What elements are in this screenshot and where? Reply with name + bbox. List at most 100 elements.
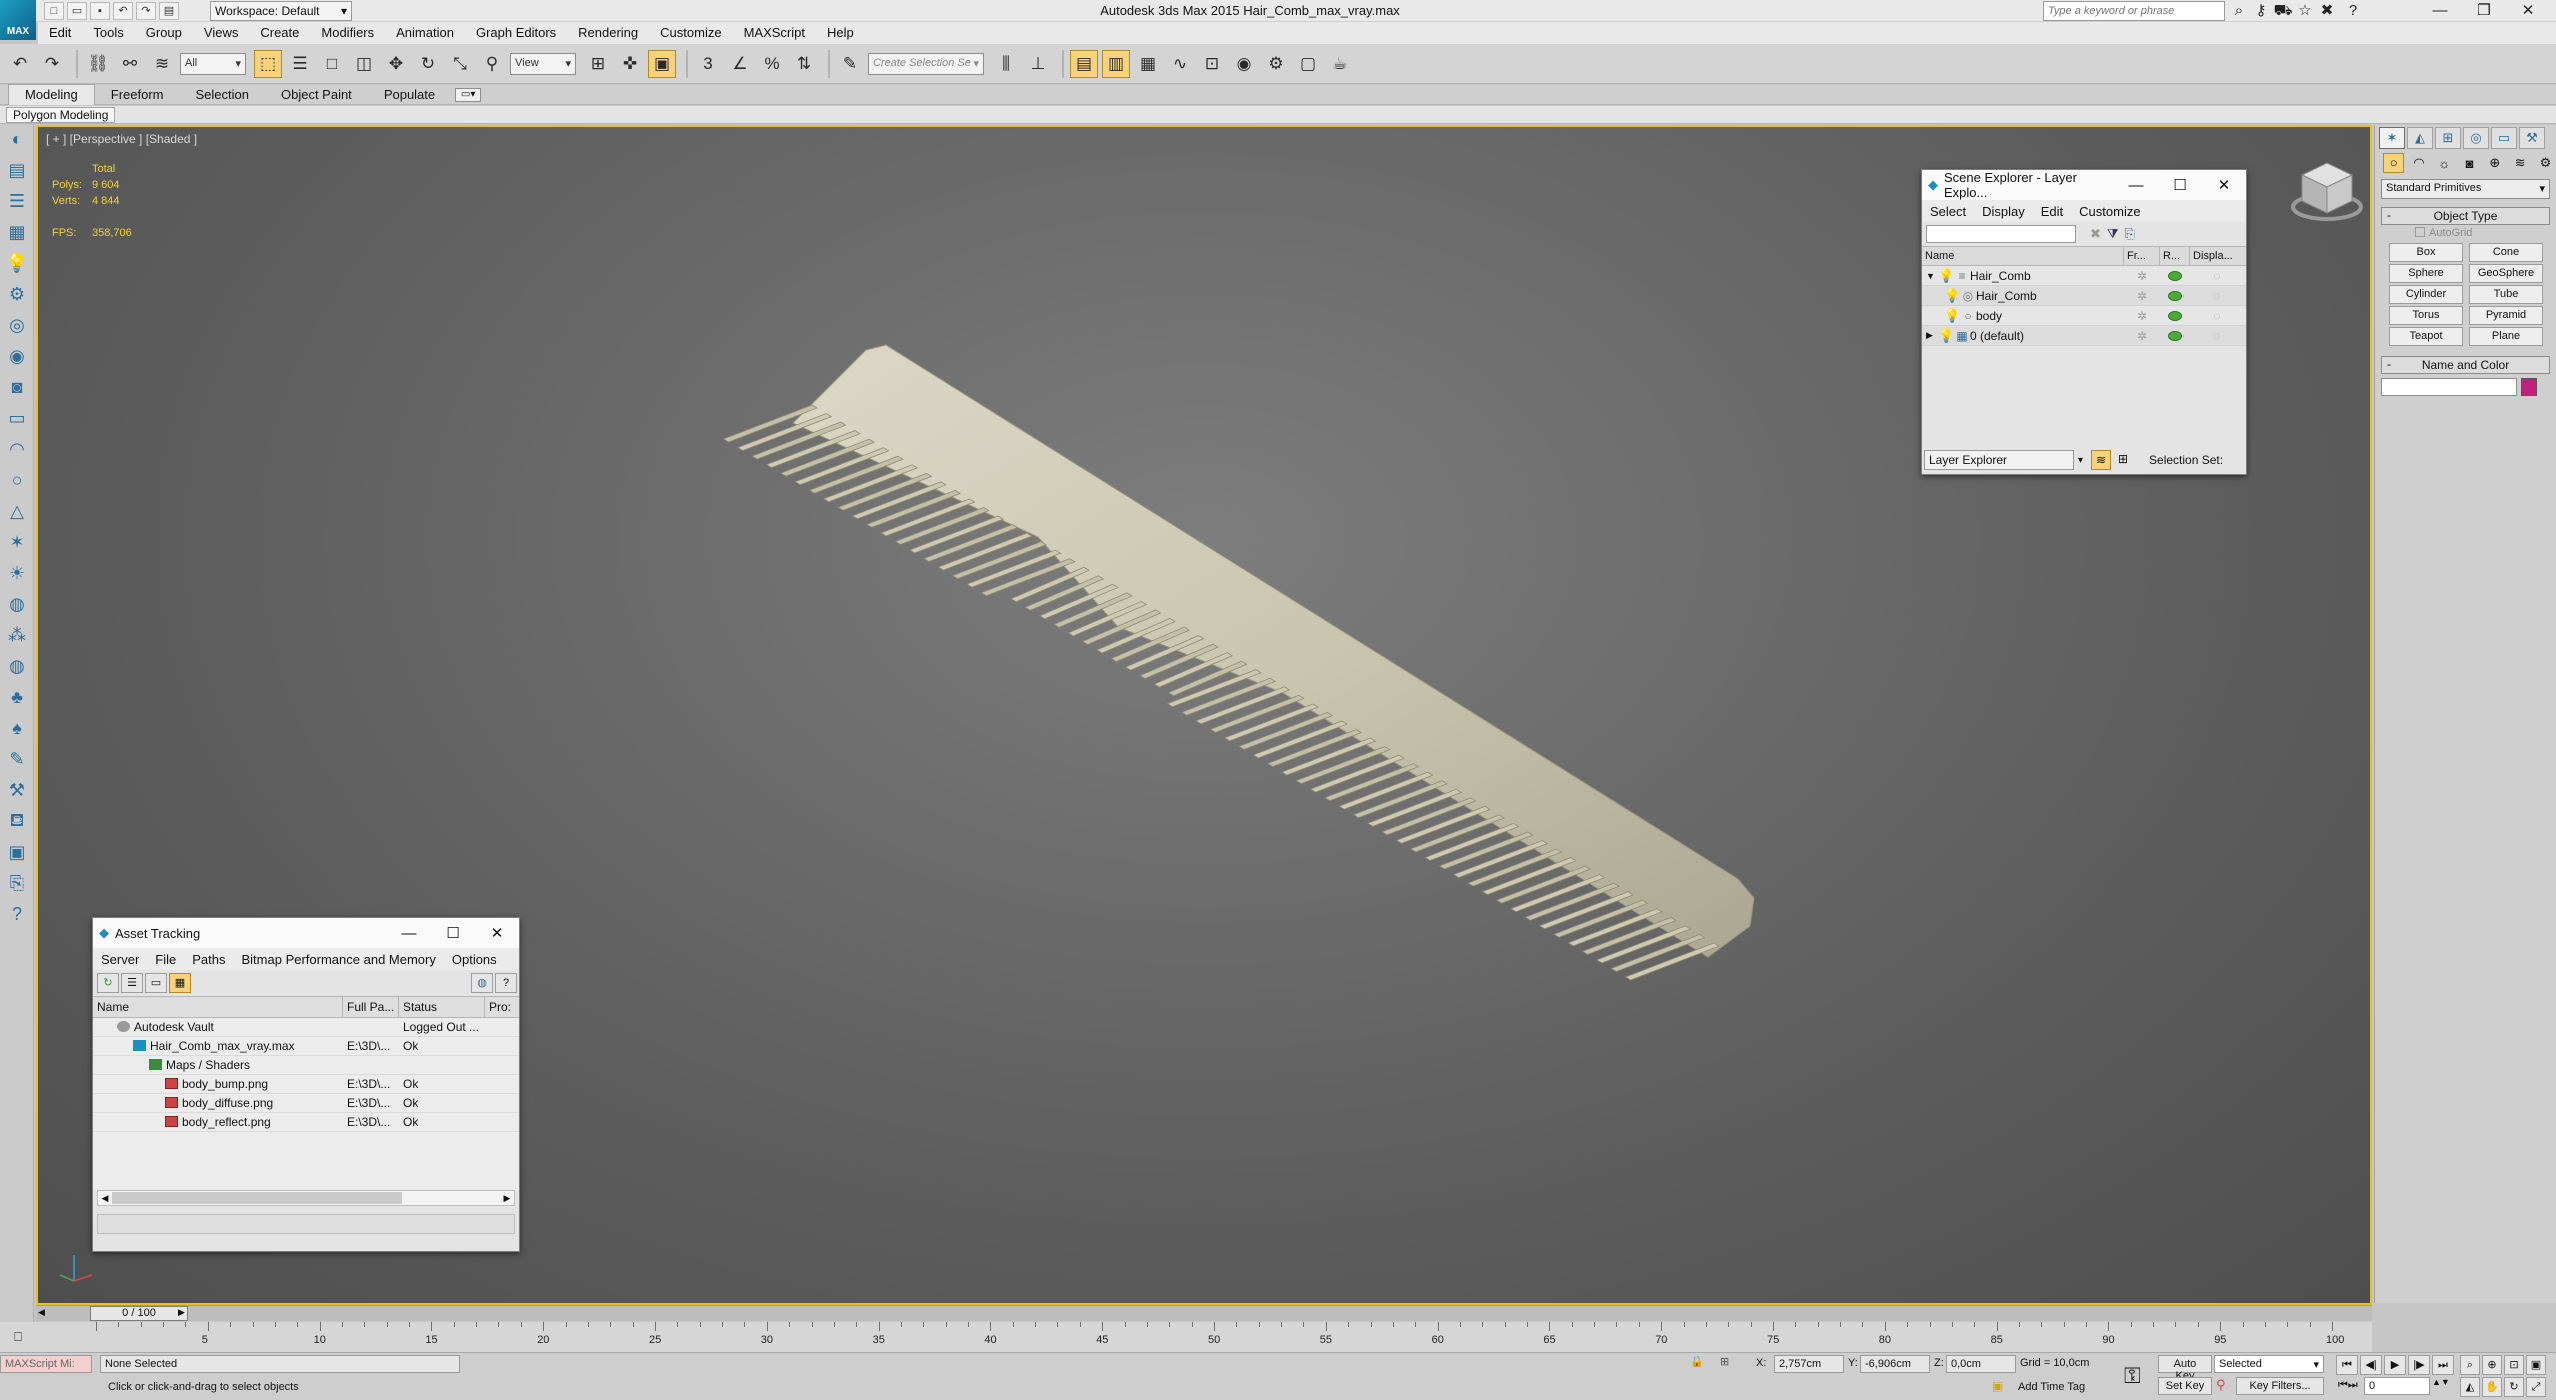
tab-freeform[interactable]: Freeform [95,85,180,105]
display-icon[interactable]: ◌ [2209,329,2225,343]
systems-icon[interactable]: ⚙ [2535,155,2556,171]
new-file-icon[interactable]: □ [44,2,64,20]
redo-icon[interactable]: ↷ [38,50,66,78]
at-menu-server[interactable]: Server [93,952,147,967]
maximize-viewport-icon[interactable]: ⤢ [2526,1377,2546,1397]
key-icon[interactable]: ⚷ [2250,0,2272,22]
move-icon[interactable]: ✥ [382,50,410,78]
lights-icon[interactable]: ☼ [2434,156,2455,171]
menu-create[interactable]: Create [249,22,310,44]
render-setup-icon[interactable]: ⚙ [1262,50,1290,78]
layer-manager-icon[interactable]: ▦ [0,217,34,248]
menu-views[interactable]: Views [193,22,249,44]
ribbon-options-icon[interactable]: ▭▾ [455,87,482,102]
sun-icon[interactable]: ☀ [0,558,34,589]
se-menu-edit[interactable]: Edit [2033,204,2071,219]
set-key-icon[interactable]: ⚿ [2124,1363,2141,1389]
close-icon[interactable]: ✕ [2202,176,2246,194]
close-icon[interactable]: ✕ [2506,0,2550,22]
key-filters-button[interactable]: Key Filters... [2236,1377,2324,1395]
render-production-icon[interactable]: ☕ [1326,50,1354,78]
scene-explorer-titlebar[interactable]: ◆ Scene Explorer - Layer Explo... — ☐ ✕ [1922,170,2246,200]
disc-icon[interactable]: ◍ [0,589,34,620]
named-selection-dropdown[interactable]: Create Selection Se ▾ [868,52,984,75]
menu-edit[interactable]: Edit [38,22,82,44]
time-slider[interactable]: ◀ 0 / 100 ▶ [36,1305,2372,1321]
save-file-icon[interactable]: ▪ [90,2,110,20]
se-col-display[interactable]: Displa... [2190,247,2244,265]
key-mode-dropdown[interactable]: Selected ▾ [2214,1355,2324,1373]
zoom-extents-icon[interactable]: ⊡ [2504,1355,2524,1375]
sphere-button[interactable]: Sphere [2389,264,2463,283]
help-icon[interactable]: ? [2338,0,2368,22]
keyboard-shortcut-override-icon[interactable]: ▣ [648,49,676,78]
server-icon[interactable]: ◍ [471,973,493,993]
pan-icon[interactable]: ✋ [2482,1377,2502,1397]
next-frame-icon[interactable]: ▶ [178,1307,185,1318]
se-menu-select[interactable]: Select [1922,204,1974,219]
paint-icon[interactable]: ✎ [0,744,34,775]
at-col-status[interactable]: Status [399,997,485,1017]
teapot-icon[interactable]: ⛾ [0,806,34,837]
tab-modeling[interactable]: Modeling [8,84,95,105]
light-bulb-icon[interactable]: 💡 [1938,328,1954,344]
helper-icon[interactable]: ✶ [0,527,34,558]
display-icon[interactable]: ◌ [2209,269,2225,283]
geosphere-button[interactable]: GeoSphere [2469,264,2543,283]
redo-icon[interactable]: ↷ [136,2,156,20]
render-eye-icon[interactable] [2168,310,2182,321]
at-menu-file[interactable]: File [147,952,184,967]
table-row[interactable]: body_bump.png E:\3D\... Ok [93,1075,519,1094]
options-icon[interactable]: ⎘ [2125,226,2135,242]
se-col-name[interactable]: Name [1922,247,2124,265]
play-icon[interactable]: ▶ [2384,1355,2406,1375]
freeze-icon[interactable]: ✲ [2134,309,2150,323]
exchange-icon[interactable]: ✖ [2316,0,2338,22]
current-frame-field[interactable]: 0 [2364,1377,2430,1395]
table-row[interactable]: body_reflect.png E:\3D\... Ok [93,1113,519,1132]
pivot-center-icon[interactable]: ⊞ [584,50,612,78]
cameras-icon[interactable]: ◙ [2459,156,2480,171]
field-of-view-icon[interactable]: ◭ [2460,1377,2480,1397]
scroll-thumb[interactable] [112,1192,402,1204]
at-menu-options[interactable]: Options [444,952,505,967]
utilities-tab-icon[interactable]: ⚒ [2519,127,2545,149]
key-mode-toggle-icon[interactable]: ⏮⏭ [2338,1379,2358,1392]
lock-icon[interactable]: 🔒 [1690,1355,1704,1368]
pyramid-button[interactable]: Pyramid [2469,306,2543,325]
freeze-icon[interactable]: ✲ [2134,289,2150,303]
tree-icon[interactable]: ♠ [0,713,34,744]
rectangular-selection-icon[interactable]: □ [318,50,346,78]
menu-group[interactable]: Group [135,22,193,44]
menu-rendering[interactable]: Rendering [567,22,649,44]
edit-named-selection-icon[interactable]: ✎ [836,50,864,78]
at-menu-bitmap[interactable]: Bitmap Performance and Memory [234,952,444,967]
autogrid-checkbox[interactable]: AutoGrid [2375,225,2556,239]
layer-icon[interactable]: ▤ [0,155,34,186]
hierarchy-tab-icon[interactable]: ⊞ [2435,127,2461,149]
script-icon[interactable]: ⎘ [0,868,34,899]
menu-maxscript[interactable]: MAXScript [733,22,816,44]
go-to-end-icon[interactable]: ⏭ [2432,1355,2454,1375]
render-eye-icon[interactable] [2168,330,2182,341]
clear-filter-icon[interactable]: ✖ [2090,226,2101,242]
se-row[interactable]: ▶ 💡 ▦ 0 (default) ✲ ◌ [1922,326,2246,346]
auto-key-button[interactable]: Auto Key [2158,1355,2212,1382]
open-file-icon[interactable]: ▭ [67,2,87,20]
cylinder-button[interactable]: Cylinder [2389,285,2463,304]
shapes-icon[interactable]: ◠ [2408,155,2429,171]
reference-coord-dropdown[interactable]: View ▾ [510,52,576,75]
link-icon[interactable]: ⛓ [84,50,112,78]
object-type-rollout[interactable]: Object Type [2381,207,2550,225]
menu-graph-editors[interactable]: Graph Editors [465,22,567,44]
se-col-render[interactable]: R... [2160,247,2190,265]
frame-spinner-icon[interactable]: ▲▼ [2432,1377,2450,1387]
shape-icon[interactable]: ◠ [0,434,34,465]
y-coordinate-field[interactable]: -6,906cm [1860,1355,1930,1373]
track-bar[interactable]: 5 10 15 20 25 30 35 40 45 50 55 60 65 70 75 80 85 90 95 100 [36,1322,2372,1352]
space-warps-icon[interactable]: ≋ [2509,155,2530,171]
se-row[interactable]: 💡 ◎ Hair_Comb ✲ ◌ [1922,286,2246,306]
minimize-icon[interactable]: — [387,925,431,942]
at-col-pro[interactable]: Pro: [485,997,519,1017]
cart-icon[interactable]: ⛟ [2272,0,2294,22]
